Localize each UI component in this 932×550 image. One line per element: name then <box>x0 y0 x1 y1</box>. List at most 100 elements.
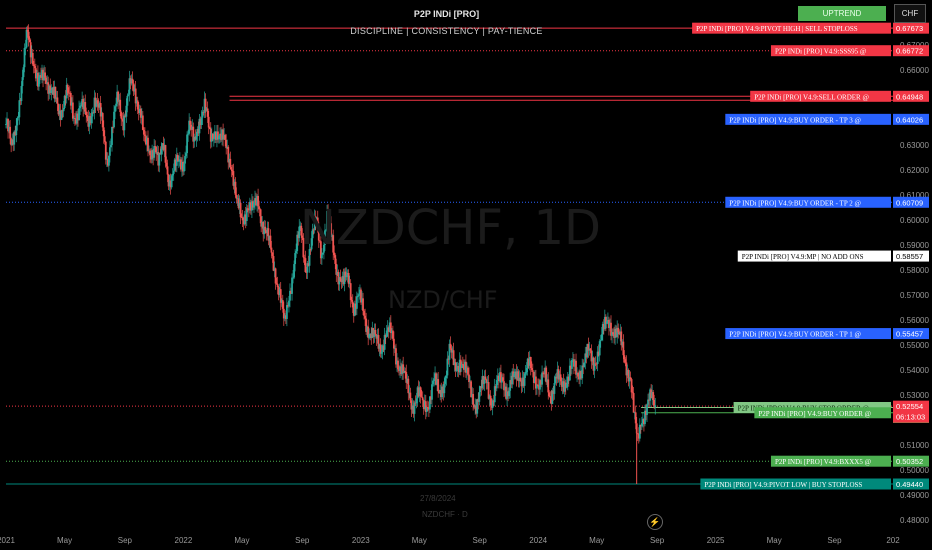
candle-body <box>15 125 18 136</box>
candle-body <box>449 343 452 349</box>
candle-body <box>548 392 551 397</box>
candle-body <box>229 158 232 168</box>
currency-button[interactable]: CHF <box>894 4 926 23</box>
candle-body <box>652 392 655 400</box>
candle-body <box>56 97 59 104</box>
x-tick-label: Sep <box>827 536 842 545</box>
y-tick-label: 0.51000 <box>900 441 929 450</box>
candle-body <box>160 148 163 155</box>
candle-body <box>495 380 498 389</box>
candle-body <box>38 76 40 87</box>
candle-body <box>293 264 295 278</box>
candle-body <box>207 116 210 128</box>
level-label-text: P2P INDi [PRO] V4.9:MP | NO ADD ONS <box>742 253 864 261</box>
candle-body <box>589 348 592 351</box>
level-price-text: 0.60709 <box>896 198 923 207</box>
candle-body <box>164 145 167 163</box>
candle-body <box>334 255 337 264</box>
level-price-text: 0.49440 <box>896 480 923 489</box>
candle-body <box>50 90 53 93</box>
candle-body <box>33 66 36 69</box>
x-tick-label: May <box>57 536 72 545</box>
candle-body <box>565 383 568 388</box>
candle-body <box>110 144 112 148</box>
candle-body <box>350 300 353 302</box>
candle-body <box>472 393 475 405</box>
candle-body <box>9 126 12 139</box>
level-price-text: 0.66772 <box>896 47 923 56</box>
candle-body <box>239 202 242 218</box>
level-label-text: P2P INDi [PRO] V4.9:PIVOT LOW | BUY STOP… <box>704 481 862 489</box>
y-tick-label: 0.59000 <box>900 241 929 250</box>
candle-body <box>142 129 145 135</box>
level-label-text: P2P INDi [PRO] V4.9:BUY ORDER - TP 3 @ <box>729 116 861 124</box>
candle-body <box>20 86 23 102</box>
candle-body <box>170 175 173 188</box>
candle-body <box>355 296 358 309</box>
candle-body <box>523 373 526 386</box>
candle-body <box>257 195 259 207</box>
candle-body <box>304 258 307 273</box>
alert-bolt-icon[interactable]: ⚡ <box>647 514 663 530</box>
x-tick-label: Sep <box>473 536 488 545</box>
price-chart[interactable]: 0.480000.490000.500000.510000.520000.530… <box>0 0 932 550</box>
x-tick-label: Sep <box>118 536 133 545</box>
level-price-text: 0.64948 <box>896 92 923 101</box>
candle-body <box>85 111 88 116</box>
candle-body <box>208 127 211 130</box>
candle-body <box>549 396 552 398</box>
candle-body <box>206 108 209 117</box>
candle-body <box>274 268 277 284</box>
candle-body <box>426 407 429 409</box>
candle-body <box>183 163 185 172</box>
y-tick-label: 0.53000 <box>900 391 929 400</box>
candle-body <box>364 315 366 319</box>
candle-body <box>66 84 69 93</box>
candle-body <box>21 77 24 87</box>
candle-body <box>415 398 418 404</box>
y-tick-label: 0.58000 <box>900 266 929 275</box>
candle-body <box>529 357 532 369</box>
pair-watermark: NZD/CHF <box>388 286 498 314</box>
y-tick-label: 0.60000 <box>900 216 929 225</box>
candle-body <box>583 362 586 368</box>
candle-body <box>264 226 267 231</box>
candle-body <box>28 39 31 43</box>
candle-body <box>413 402 416 414</box>
candle-body <box>241 217 244 221</box>
candle-body <box>513 373 516 378</box>
candle-body <box>623 355 626 360</box>
y-tick-label: 0.49000 <box>900 491 929 500</box>
uptrend-button[interactable]: UPTREND <box>798 6 886 21</box>
level-label-text: P2P INDi [PRO] V4.9:BXXX5 @ <box>775 458 872 466</box>
candle-body <box>123 115 126 131</box>
candle-body <box>654 405 657 408</box>
candle-body <box>22 67 25 78</box>
crosshair-date: 27/8/2024 <box>420 494 456 503</box>
candle-body <box>537 384 539 386</box>
candle-body <box>640 423 643 427</box>
y-tick-label: 0.56000 <box>900 316 929 325</box>
candle-body <box>339 277 342 282</box>
candle-body <box>218 135 220 140</box>
candle-body <box>259 209 262 217</box>
candle-body <box>634 412 637 424</box>
candle-body <box>493 386 496 403</box>
countdown-text: 06:13:03 <box>896 413 925 422</box>
candle-body <box>18 100 21 118</box>
crosshair-symbol: NZDCHF · D <box>422 510 468 519</box>
candle-body <box>153 146 156 158</box>
candle-body <box>358 294 360 296</box>
candle-body <box>212 138 215 140</box>
y-tick-label: 0.55000 <box>900 341 929 350</box>
candle-body <box>632 393 635 413</box>
candle-body <box>103 136 106 142</box>
candle-body <box>502 377 504 382</box>
candle-body <box>176 154 179 162</box>
x-tick-label: 2022 <box>175 536 193 545</box>
candle-body <box>393 338 395 349</box>
candle-body <box>269 235 272 248</box>
x-tick-label: 2023 <box>352 536 370 545</box>
candle-body <box>349 283 352 301</box>
candle-body <box>200 117 203 125</box>
